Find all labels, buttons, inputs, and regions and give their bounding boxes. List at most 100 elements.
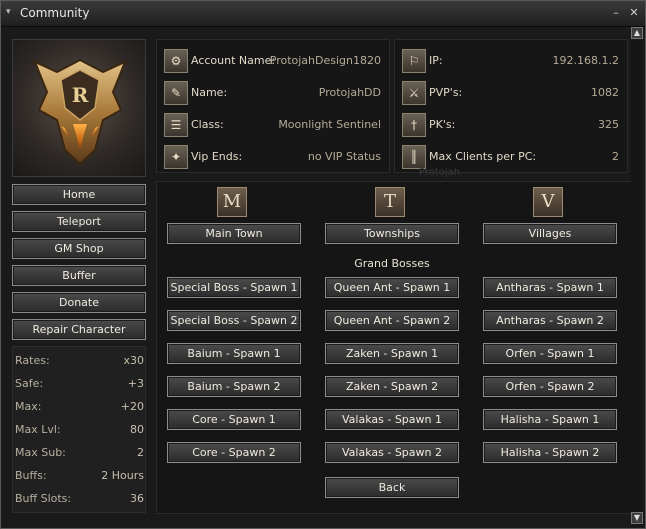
info-label: Max Clients per PC: [429, 150, 537, 163]
info-label: PVP's: [429, 86, 463, 99]
info-label: Class: [191, 118, 224, 131]
title-bar[interactable]: ▾ Community – ✕ [1, 1, 645, 27]
boss-button[interactable]: Orfen - Spawn 1 [483, 343, 617, 364]
info-row-name: ✎ Name: ProtojahDD [157, 81, 389, 107]
class-icon: ☰ [164, 113, 188, 137]
boss-button[interactable]: Queen Ant - Spawn 2 [325, 310, 459, 331]
boss-button[interactable]: Baium - Spawn 2 [167, 376, 301, 397]
boss-button[interactable]: Baium - Spawn 1 [167, 343, 301, 364]
info-value: 325 [598, 118, 619, 131]
scrollbar[interactable]: ▲ ▼ [631, 27, 643, 527]
stat-row-max: Max: +20 [13, 400, 147, 418]
townships-icon[interactable]: T [375, 187, 405, 217]
boss-button[interactable]: Queen Ant - Spawn 1 [325, 277, 459, 298]
clan-crest-logo: R [12, 39, 146, 177]
boss-button[interactable]: Zaken - Spawn 2 [325, 376, 459, 397]
ip-icon: ⚐ [402, 49, 426, 73]
main-town-icon[interactable]: M [217, 187, 247, 217]
info-row-account-name: ⚙ Account Name: ProtojahDesign1820 [157, 49, 389, 75]
repair-character-button[interactable]: Repair Character [12, 319, 146, 340]
info-value: no VIP Status [307, 150, 381, 163]
info-value: ProtojahDesign1820 [269, 54, 381, 67]
boss-button[interactable]: Core - Spawn 1 [167, 409, 301, 430]
stat-label: Max: [15, 400, 42, 413]
info-row-ip: ⚐ IP: 192.168.1.2 [395, 49, 627, 75]
community-window: ▾ Community – ✕ R Home Teleport GM Shop … [0, 0, 646, 529]
server-info-panel: ⚐ IP: 192.168.1.2 ⚔ PVP's: 1082 † PK's: … [394, 39, 628, 173]
window-title: Community [20, 6, 90, 20]
info-value: 1082 [591, 86, 619, 99]
boss-button[interactable]: Antharas - Spawn 2 [483, 310, 617, 331]
info-value: 192.168.1.2 [552, 54, 619, 67]
stat-value: +3 [127, 377, 144, 390]
stat-value: 2 Hours [101, 469, 144, 482]
scroll-down-icon[interactable]: ▼ [631, 512, 643, 524]
stat-label: Max Lvl: [15, 423, 61, 436]
gm-shop-button[interactable]: GM Shop [12, 238, 146, 259]
account-info-panel: ⚙ Account Name: ProtojahDesign1820 ✎ Nam… [156, 39, 390, 173]
boss-button[interactable]: Valakas - Spawn 2 [325, 442, 459, 463]
close-icon[interactable]: ✕ [627, 6, 641, 20]
grand-bosses-heading: Grand Bosses [354, 257, 430, 270]
window-menu-icon[interactable]: ▾ [6, 7, 16, 17]
stat-value: 80 [130, 423, 144, 436]
watermark-text: Protojah [419, 167, 461, 178]
info-value: Moonlight Sentinel [278, 118, 381, 131]
server-stats-panel: Rates: x30 Safe: +3 Max: +20 Max Lvl: 80… [12, 346, 146, 513]
scroll-up-icon[interactable]: ▲ [631, 27, 643, 39]
boss-button[interactable]: Orfen - Spawn 2 [483, 376, 617, 397]
info-value: 2 [612, 150, 619, 163]
stat-label: Safe: [15, 377, 44, 390]
stat-row-buff-slots: Buff Slots: 36 [13, 492, 147, 510]
stat-value: x30 [123, 354, 144, 367]
max-clients-icon: ║ [402, 145, 426, 169]
boss-button[interactable]: Antharas - Spawn 1 [483, 277, 617, 298]
pk-icon: † [402, 113, 426, 137]
vip-icon: ✦ [164, 145, 188, 169]
name-icon: ✎ [164, 81, 188, 105]
boss-button[interactable]: Zaken - Spawn 1 [325, 343, 459, 364]
stat-value: 36 [130, 492, 144, 505]
stat-row-max-lvl: Max Lvl: 80 [13, 423, 147, 441]
stat-label: Buff Slots: [15, 492, 72, 505]
buffer-button[interactable]: Buffer [12, 265, 146, 286]
townships-button[interactable]: Townships [325, 223, 459, 244]
boss-button[interactable]: Special Boss - Spawn 2 [167, 310, 301, 331]
info-label: PK's: [429, 118, 456, 131]
info-label: Account Name: [191, 54, 276, 67]
teleport-button[interactable]: Teleport [12, 211, 146, 232]
info-value: ProtojahDD [318, 86, 381, 99]
stat-value: +20 [120, 400, 144, 413]
villages-icon[interactable]: V [533, 187, 563, 217]
donate-button[interactable]: Donate [12, 292, 146, 313]
minimize-icon[interactable]: – [609, 6, 623, 20]
info-row-pvp: ⚔ PVP's: 1082 [395, 81, 627, 107]
info-label: Name: [191, 86, 228, 99]
home-button[interactable]: Home [12, 184, 146, 205]
stat-value: 2 [137, 446, 144, 459]
info-label: Vip Ends: [191, 150, 243, 163]
crest-emblem-icon: R [33, 58, 127, 166]
stat-row-rates: Rates: x30 [13, 354, 147, 372]
villages-button[interactable]: Villages [483, 223, 617, 244]
main-town-button[interactable]: Main Town [167, 223, 301, 244]
info-row-pk: † PK's: 325 [395, 113, 627, 139]
svg-text:R: R [72, 83, 89, 107]
pvp-icon: ⚔ [402, 81, 426, 105]
stat-label: Max Sub: [15, 446, 66, 459]
stat-label: Rates: [15, 354, 50, 367]
info-row-vip-ends: ✦ Vip Ends: no VIP Status [157, 145, 389, 171]
boss-button[interactable]: Halisha - Spawn 1 [483, 409, 617, 430]
info-label: IP: [429, 54, 443, 67]
boss-button[interactable]: Core - Spawn 2 [167, 442, 301, 463]
info-row-class: ☰ Class: Moonlight Sentinel [157, 113, 389, 139]
stat-label: Buffs: [15, 469, 47, 482]
boss-button[interactable]: Special Boss - Spawn 1 [167, 277, 301, 298]
stat-row-buffs: Buffs: 2 Hours [13, 469, 147, 487]
boss-button[interactable]: Valakas - Spawn 1 [325, 409, 459, 430]
account-icon: ⚙ [164, 49, 188, 73]
back-button[interactable]: Back [325, 477, 459, 498]
stat-row-max-sub: Max Sub: 2 [13, 446, 147, 464]
stat-row-safe: Safe: +3 [13, 377, 147, 395]
boss-button[interactable]: Halisha - Spawn 2 [483, 442, 617, 463]
